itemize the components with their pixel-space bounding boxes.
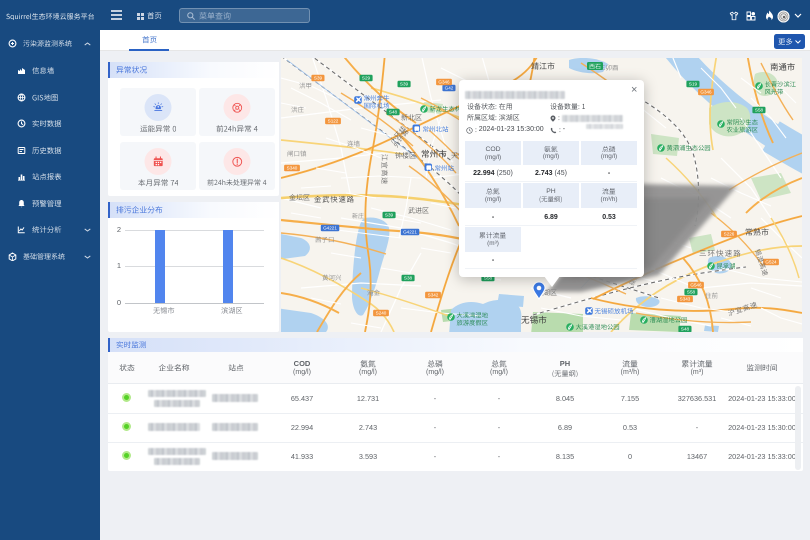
- svg-text:S48: S48: [681, 327, 690, 332]
- svg-text:S343: S343: [680, 297, 691, 302]
- svg-text:S48: S48: [389, 110, 398, 115]
- svg-text:G4221: G4221: [403, 230, 417, 235]
- svg-text:S29: S29: [362, 76, 371, 81]
- svg-text:S39: S39: [314, 76, 323, 81]
- svg-text:S19: S19: [689, 82, 698, 87]
- svg-text:S122: S122: [328, 119, 339, 124]
- svg-text:S340: S340: [287, 166, 298, 171]
- svg-text:S39: S39: [400, 82, 409, 87]
- svg-text:G42: G42: [445, 86, 454, 91]
- svg-text:S39: S39: [385, 213, 394, 218]
- svg-text:S226: S226: [724, 232, 735, 237]
- svg-text:S240: S240: [376, 311, 387, 316]
- svg-text:S38: S38: [404, 276, 413, 281]
- svg-text:S58: S58: [755, 108, 764, 113]
- svg-text:G546: G546: [690, 283, 702, 288]
- svg-text:G524: G524: [765, 260, 777, 265]
- svg-text:S58: S58: [687, 290, 696, 295]
- svg-text:S342: S342: [428, 293, 439, 298]
- svg-text:G346: G346: [700, 90, 712, 95]
- svg-text:G346: G346: [438, 80, 450, 85]
- svg-text:G4221: G4221: [323, 226, 337, 231]
